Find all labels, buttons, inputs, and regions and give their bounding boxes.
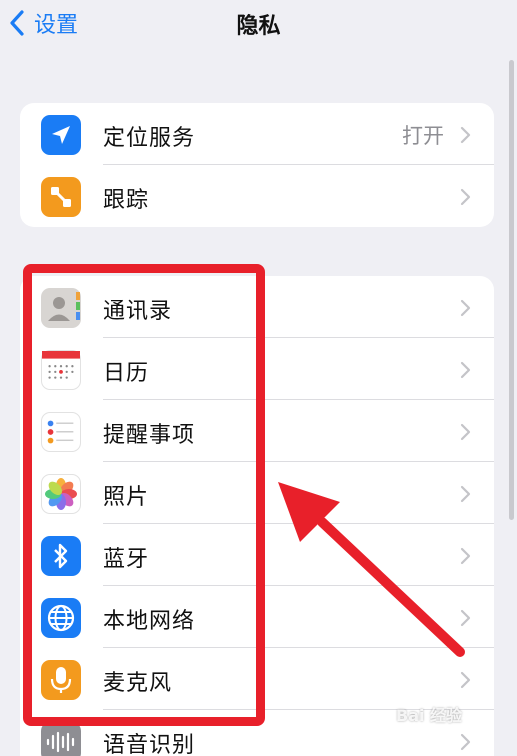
chevron-right-icon <box>460 299 471 317</box>
row-location-services[interactable]: 定位服务 打开 <box>20 103 494 165</box>
row-tracking[interactable]: 跟踪 <box>20 165 494 227</box>
settings-group-location: 定位服务 打开 跟踪 <box>20 103 494 227</box>
chevron-right-icon <box>460 361 471 379</box>
navigation-bar: 设置 隐私 <box>0 0 517 60</box>
highlight-box <box>23 264 265 726</box>
row-value: 打开 <box>402 124 444 148</box>
row-label: 跟踪 <box>103 188 150 213</box>
chevron-right-icon <box>460 671 471 689</box>
row-label: 定位服务 <box>103 126 196 151</box>
chevron-right-icon <box>460 733 471 751</box>
speech-recognition-icon <box>41 722 81 756</box>
annotation-arrow <box>278 482 465 657</box>
page-title: 隐私 <box>236 14 281 39</box>
row-label: 语音识别 <box>103 733 196 756</box>
watermark: Bai 经验 <box>396 702 462 726</box>
chevron-right-icon <box>460 423 471 441</box>
chevron-right-icon <box>460 188 471 206</box>
location-icon <box>41 115 81 155</box>
tracking-icon <box>41 177 81 217</box>
watermark-text: Bai 经验 <box>396 706 463 725</box>
scrollbar[interactable] <box>509 60 514 520</box>
chevron-right-icon <box>460 126 471 144</box>
